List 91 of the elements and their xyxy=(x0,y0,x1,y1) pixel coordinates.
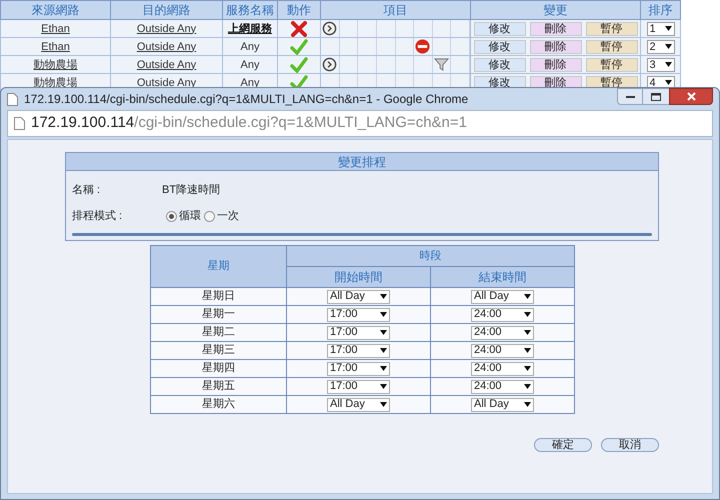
field-label: 名稱 : xyxy=(72,182,102,198)
order-select[interactable]: 3 xyxy=(646,58,674,72)
caret-icon xyxy=(380,384,387,389)
caret-icon xyxy=(380,330,387,335)
caret-icon xyxy=(380,402,387,407)
close-icon xyxy=(686,92,696,101)
source-link[interactable]: Ethan xyxy=(41,40,70,52)
table-cell: 星期一 xyxy=(202,308,235,320)
time-select[interactable]: 24:00 xyxy=(471,362,534,376)
column-header: 項目 xyxy=(384,3,408,17)
caret-icon xyxy=(524,348,531,353)
row-button[interactable]: 暫停 xyxy=(586,22,638,36)
url-host: 172.19.100.114 xyxy=(31,113,134,134)
time-select[interactable]: 17:00 xyxy=(327,362,390,376)
row-button[interactable]: 修改 xyxy=(474,22,526,36)
column-header: 星期 xyxy=(208,260,230,272)
time-select[interactable]: All Day xyxy=(327,398,390,412)
table-cell: 星期五 xyxy=(202,380,235,392)
table-cell: 星期日 xyxy=(202,290,235,302)
table-cell: 星期四 xyxy=(202,362,235,374)
check-icon xyxy=(290,38,308,54)
caret-icon xyxy=(380,294,387,299)
column-header: 變更 xyxy=(544,3,568,17)
caret-icon xyxy=(524,294,531,299)
column-header: 來源網路 xyxy=(32,3,80,17)
column-header: 目的網路 xyxy=(142,3,190,17)
maximize-icon xyxy=(651,92,661,100)
check-icon xyxy=(290,56,308,72)
caret-icon xyxy=(380,366,387,371)
caret-icon xyxy=(524,330,531,335)
time-select[interactable]: 17:00 xyxy=(327,326,390,340)
maximize-button[interactable] xyxy=(643,88,669,105)
radio-label: 循環 xyxy=(179,208,201,224)
caret-icon xyxy=(664,26,672,32)
url-path: /cgi-bin/schedule.cgi?q=1&MULTI_LANG=ch&n=1 xyxy=(134,113,467,134)
row-button[interactable]: 修改 xyxy=(474,58,526,72)
page-icon xyxy=(14,117,25,130)
table-cell: Any xyxy=(240,76,260,88)
radio-button[interactable] xyxy=(166,210,177,222)
field-label: 排程模式 : xyxy=(72,208,124,224)
column-header: 動作 xyxy=(287,3,311,17)
caret-icon xyxy=(524,366,531,371)
time-select[interactable]: 17:00 xyxy=(327,344,390,358)
time-select[interactable]: All Day xyxy=(471,398,534,412)
page-icon xyxy=(7,92,18,106)
caret-icon xyxy=(380,312,387,317)
caret-icon xyxy=(524,312,531,317)
column-header: 開始時間 xyxy=(334,270,382,284)
column-header: 時段 xyxy=(420,250,442,262)
time-select[interactable]: 24:00 xyxy=(471,326,534,340)
row-button[interactable]: 刪除 xyxy=(530,58,582,72)
minimize-icon xyxy=(626,95,634,98)
column-header: 結束時間 xyxy=(478,270,526,284)
row-button[interactable]: 刪除 xyxy=(530,40,582,54)
time-select[interactable]: 24:00 xyxy=(471,380,534,394)
time-select[interactable]: 24:00 xyxy=(471,344,534,358)
cross-icon xyxy=(291,20,307,36)
radio-button[interactable] xyxy=(204,210,215,222)
table-cell: 星期二 xyxy=(202,326,235,338)
order-select[interactable]: 2 xyxy=(646,40,674,54)
row-button[interactable]: 暫停 xyxy=(586,58,638,72)
table-cell: 星期三 xyxy=(202,344,235,356)
source-link[interactable]: Ethan xyxy=(41,22,70,34)
name-value: BT降速時間 xyxy=(162,182,220,198)
address-bar[interactable]: 172.19.100.114/cgi-bin/schedule.cgi?q=1&MULTI_LANG=ch&n=1 xyxy=(7,110,713,137)
row-button[interactable]: 刪除 xyxy=(530,22,582,36)
caret-icon xyxy=(524,402,531,407)
dialog-button[interactable]: 取消 xyxy=(601,438,659,452)
window-title: 172.19.100.114/cgi-bin/schedule.cgi?q=1&MULTI_LANG=ch&n=1 - Google Chrome xyxy=(24,91,470,108)
close-button[interactable] xyxy=(669,88,713,105)
time-select[interactable]: All Day xyxy=(327,290,390,304)
caret-icon xyxy=(380,348,387,353)
time-select[interactable]: 17:00 xyxy=(327,308,390,322)
time-select[interactable]: 17:00 xyxy=(327,380,390,394)
time-select[interactable]: All Day xyxy=(471,290,534,304)
table-cell: Any xyxy=(240,58,260,70)
table-cell: Any xyxy=(240,40,260,52)
panel-title: 變更排程 xyxy=(338,154,386,170)
radio-label: 一次 xyxy=(217,208,239,224)
dialog-button[interactable]: 確定 xyxy=(534,438,592,452)
order-select[interactable]: 1 xyxy=(646,22,674,36)
column-header: 排序 xyxy=(648,3,672,17)
row-button[interactable]: 修改 xyxy=(474,40,526,54)
time-select[interactable]: 24:00 xyxy=(471,308,534,322)
minimize-button[interactable] xyxy=(617,88,643,105)
caret-icon xyxy=(524,384,531,389)
caret-icon xyxy=(664,44,672,50)
table-cell: 星期六 xyxy=(202,398,235,410)
column-header: 服務名稱 xyxy=(226,3,274,17)
caret-icon xyxy=(664,62,672,68)
row-button[interactable]: 暫停 xyxy=(586,40,638,54)
